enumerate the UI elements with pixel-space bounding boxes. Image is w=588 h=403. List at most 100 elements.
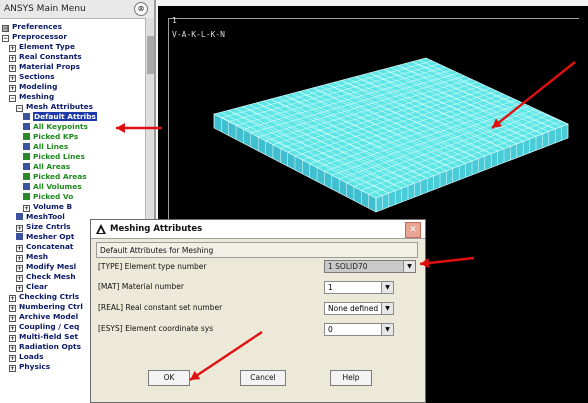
- menu-item-label: Preprocessor: [12, 32, 68, 41]
- menu-item-label: Real Constants: [19, 52, 82, 61]
- material-number-dropdown[interactable]: 1 ▼: [324, 281, 394, 294]
- dialog-title: Meshing Attributes: [110, 224, 203, 234]
- dialog-titlebar: Meshing Attributes: [91, 220, 425, 239]
- element-coord-sys-value: 0: [328, 325, 333, 334]
- expand-icon[interactable]: +: [9, 345, 16, 352]
- square-icon[interactable]: [16, 233, 23, 240]
- square-icon[interactable]: [23, 163, 30, 170]
- dropdown-arrow-icon[interactable]: ▼: [381, 303, 393, 314]
- expand-icon[interactable]: +: [9, 65, 16, 72]
- menu-item-label: Size Cntrls: [26, 222, 71, 231]
- menu-item[interactable]: Picked KPs: [0, 132, 154, 142]
- real-label: [REAL] Real constant set number: [98, 303, 223, 312]
- expand-icon[interactable]: +: [16, 265, 23, 272]
- cancel-button[interactable]: Cancel: [240, 370, 286, 386]
- expand-icon[interactable]: +: [9, 45, 16, 52]
- ok-button[interactable]: OK: [148, 370, 190, 386]
- expand-icon[interactable]: +: [9, 325, 16, 332]
- menu-item-label: Modeling: [19, 82, 58, 91]
- menu-item-label: Mesh Attributes: [26, 102, 94, 111]
- expand-icon[interactable]: +: [9, 355, 16, 362]
- expand-icon[interactable]: +: [16, 275, 23, 282]
- dialog-body: Default Attributes for Meshing [TYPE] El…: [94, 241, 422, 399]
- menu-item-label: Multi-field Set: [19, 332, 79, 341]
- menu-item[interactable]: + Element Type: [0, 42, 154, 52]
- menu-item[interactable]: Default Attribs: [0, 112, 154, 122]
- menu-item[interactable]: ▤ Preferences: [0, 22, 154, 32]
- pick-icon[interactable]: [23, 153, 30, 160]
- menu-item[interactable]: + Volume B: [0, 202, 154, 212]
- menu-item[interactable]: All Keypoints: [0, 122, 154, 132]
- expand-icon[interactable]: +: [9, 305, 16, 312]
- menu-item[interactable]: All Volumes: [0, 182, 154, 192]
- expand-icon[interactable]: +: [9, 365, 16, 372]
- menu-item-label: Mesh: [26, 252, 49, 261]
- menu-item-label: Archive Model: [19, 312, 79, 321]
- menu-item-label: Clear: [26, 282, 48, 291]
- menu-item-label: Coupling / Ceq: [19, 322, 80, 331]
- menu-item[interactable]: − Meshing: [0, 92, 154, 102]
- folder-icon[interactable]: ▤: [2, 25, 9, 32]
- expand-icon[interactable]: +: [23, 205, 30, 212]
- expand-icon[interactable]: +: [9, 85, 16, 92]
- menu-item[interactable]: − Mesh Attributes: [0, 102, 154, 112]
- element-coord-sys-dropdown[interactable]: 0 ▼: [324, 323, 394, 336]
- collapse-up-icon[interactable]: ⊗: [134, 2, 148, 16]
- expand-icon[interactable]: +: [16, 285, 23, 292]
- expand-icon[interactable]: +: [9, 75, 16, 82]
- pick-icon[interactable]: [23, 193, 30, 200]
- menu-item-label: All Lines: [33, 142, 69, 151]
- expand-icon[interactable]: +: [16, 255, 23, 262]
- menu-item[interactable]: + Modeling: [0, 82, 154, 92]
- real-constant-dropdown[interactable]: None defined ▼: [324, 302, 394, 315]
- menu-item[interactable]: − Preprocessor: [0, 32, 154, 42]
- menu-item[interactable]: + Sections: [0, 72, 154, 82]
- menu-item-label: Radiation Opts: [19, 342, 81, 351]
- menu-item-label: Mesher Opt: [26, 232, 75, 241]
- element-type-value: 1 SOLID70: [328, 262, 368, 271]
- square-icon[interactable]: [23, 123, 30, 130]
- expand-icon[interactable]: +: [16, 225, 23, 232]
- element-type-dropdown: 1 SOLID70 ▼: [324, 260, 416, 273]
- menu-item-label: Concatenat: [26, 242, 74, 251]
- pick-icon[interactable]: [23, 133, 30, 140]
- square-icon[interactable]: [23, 183, 30, 190]
- dropdown-arrow-icon: ▼: [403, 261, 415, 272]
- close-icon[interactable]: ✕: [405, 222, 421, 238]
- menu-item[interactable]: Picked Vo: [0, 192, 154, 202]
- menu-item-label: Volume B: [33, 202, 73, 211]
- square-icon[interactable]: [23, 143, 30, 150]
- dropdown-arrow-icon[interactable]: ▼: [381, 324, 393, 335]
- menu-item[interactable]: All Areas: [0, 162, 154, 172]
- meshed-plate: [213, 57, 569, 213]
- menu-item-label: All Keypoints: [33, 122, 88, 131]
- mat-label: [MAT] Material number: [98, 282, 184, 291]
- menu-item-label: Picked Areas: [33, 172, 87, 181]
- collapse-icon[interactable]: −: [2, 35, 9, 42]
- menu-item[interactable]: All Lines: [0, 142, 154, 152]
- menu-item[interactable]: Picked Lines: [0, 152, 154, 162]
- menu-item[interactable]: Picked Areas: [0, 172, 154, 182]
- menu-item-label: Material Props: [19, 62, 80, 71]
- main-menu-titlebar: ANSYS Main Menu ⊗: [0, 0, 154, 19]
- pick-icon[interactable]: [23, 173, 30, 180]
- expand-icon[interactable]: +: [9, 55, 16, 62]
- expand-icon[interactable]: +: [16, 245, 23, 252]
- expand-icon[interactable]: +: [9, 295, 16, 302]
- menu-item-label: Modify Mesl: [26, 262, 77, 271]
- menu-item[interactable]: + Real Constants: [0, 52, 154, 62]
- scrollbar-thumb[interactable]: [147, 36, 154, 74]
- menu-item[interactable]: + Material Props: [0, 62, 154, 72]
- help-button[interactable]: Help: [330, 370, 372, 386]
- menu-item-label: Physics: [19, 362, 51, 371]
- expand-icon[interactable]: +: [9, 315, 16, 322]
- collapse-icon[interactable]: −: [9, 95, 16, 102]
- esys-label: [ESYS] Element coordinate sys: [98, 324, 214, 333]
- collapse-icon[interactable]: −: [16, 105, 23, 112]
- square-icon[interactable]: [16, 213, 23, 220]
- dropdown-arrow-icon[interactable]: ▼: [381, 282, 393, 293]
- dialog-heading: Default Attributes for Meshing: [96, 242, 418, 258]
- expand-icon[interactable]: +: [9, 335, 16, 342]
- menu-item-label: MeshTool: [26, 212, 65, 221]
- square-icon[interactable]: [23, 113, 30, 120]
